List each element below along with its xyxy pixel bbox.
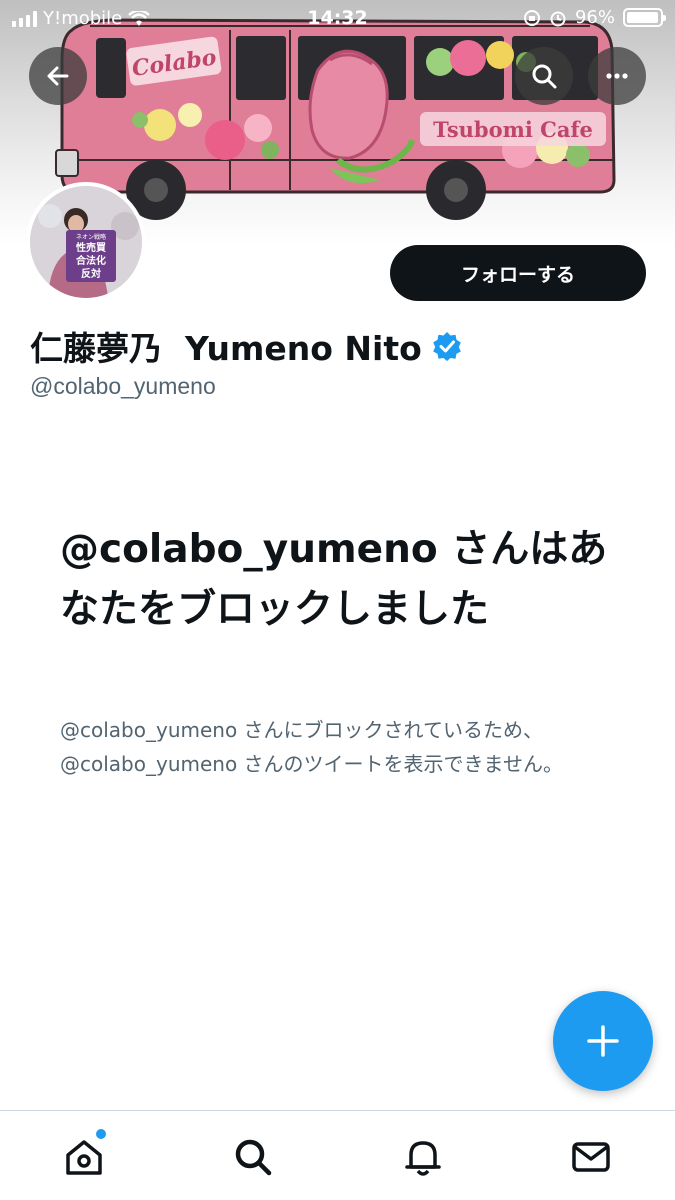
search-icon bbox=[235, 1139, 272, 1176]
home-unread-dot bbox=[96, 1129, 106, 1139]
search-button[interactable] bbox=[515, 47, 573, 105]
avatar-sign-line-2: 合法化 bbox=[75, 254, 106, 267]
more-button[interactable] bbox=[588, 47, 646, 105]
profile-name: 仁藤夢乃 Yumeno Nito bbox=[30, 329, 422, 368]
avatar-sign-small: ネオン戦略 bbox=[76, 233, 106, 241]
battery-percent: 96% bbox=[574, 7, 615, 28]
compose-tweet-button[interactable] bbox=[553, 991, 653, 1091]
back-arrow-icon bbox=[47, 66, 69, 86]
tab-home[interactable] bbox=[60, 1129, 108, 1181]
tab-messages[interactable] bbox=[567, 1133, 615, 1181]
profile-name-row: 仁藤夢乃 Yumeno Nito bbox=[30, 322, 462, 370]
battery-icon bbox=[623, 8, 666, 27]
orientation-lock-icon bbox=[523, 9, 540, 26]
blocked-title: @colabo_yumeno さんはあなたをブロックしました bbox=[60, 527, 608, 632]
alarm-icon bbox=[550, 11, 566, 26]
tab-notifications[interactable] bbox=[399, 1133, 447, 1181]
home-icon bbox=[66, 1140, 102, 1175]
blocked-description: @colabo_yumeno さんにブロックされているため、@colabo_yu… bbox=[60, 718, 563, 776]
tab-search[interactable] bbox=[229, 1133, 277, 1181]
bottom-tab-bar bbox=[0, 1110, 675, 1200]
notifications-icon bbox=[405, 1141, 441, 1176]
avatar[interactable]: ネオン戦略 性売買 合法化 反対 bbox=[26, 182, 146, 302]
follow-button[interactable]: フォローする bbox=[390, 245, 646, 301]
avatar-sign-line-3: 反対 bbox=[81, 267, 101, 280]
back-button[interactable] bbox=[29, 47, 87, 105]
search-icon bbox=[532, 64, 557, 89]
cafe-text: Tsubomi Cafe bbox=[433, 117, 593, 142]
verified-badge-icon bbox=[432, 332, 461, 361]
plus-icon bbox=[587, 1025, 619, 1057]
messages-icon bbox=[572, 1142, 610, 1172]
profile-handle: @colabo_yumeno bbox=[30, 373, 216, 399]
status-bar: Y!mobile 14:32 96% bbox=[0, 0, 675, 36]
more-icon bbox=[606, 73, 628, 79]
avatar-sign-line-1: 性売買 bbox=[75, 241, 106, 254]
